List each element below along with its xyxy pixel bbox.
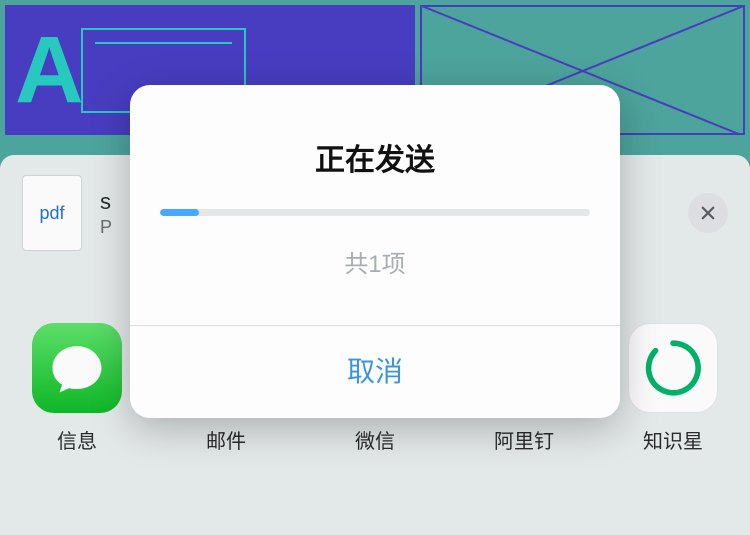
progress-bar bbox=[160, 209, 590, 216]
document-thumbnail[interactable]: pdf bbox=[22, 175, 82, 251]
modal-subtitle: 共1项 bbox=[130, 244, 620, 325]
close-button[interactable] bbox=[688, 193, 728, 233]
share-app-label: 阿里钉 bbox=[494, 425, 554, 454]
sending-modal: 正在发送 共1项 取消 bbox=[130, 85, 620, 418]
document-thumbnail-label: pdf bbox=[39, 203, 64, 224]
modal-title: 正在发送 bbox=[130, 85, 620, 209]
star-icon bbox=[628, 323, 718, 413]
share-app-label: 知识星 bbox=[643, 425, 703, 454]
share-app-label: 邮件 bbox=[206, 425, 246, 454]
banner-letter-a: A bbox=[15, 23, 74, 118]
close-icon bbox=[699, 204, 717, 222]
share-app-zsxq[interactable]: 知识星 bbox=[618, 323, 728, 454]
cancel-button[interactable]: 取消 bbox=[130, 326, 620, 418]
messages-icon bbox=[32, 323, 122, 413]
share-app-label: 信息 bbox=[57, 425, 97, 454]
share-app-label: 微信 bbox=[355, 425, 395, 454]
progress-fill bbox=[160, 209, 199, 216]
share-app-messages[interactable]: 信息 bbox=[22, 323, 132, 454]
